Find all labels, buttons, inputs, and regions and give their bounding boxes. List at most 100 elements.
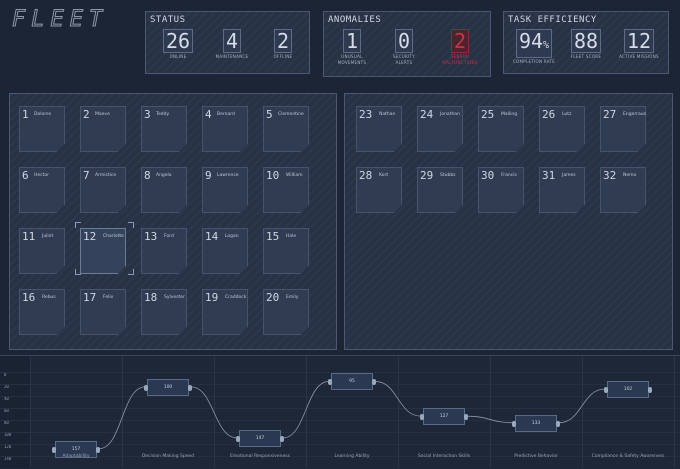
agent-name: William: [286, 173, 303, 178]
agent-card[interactable]: 17 Felix: [80, 289, 126, 335]
agent-card[interactable]: 14 Logan: [202, 228, 248, 274]
node-port-in[interactable]: [604, 387, 608, 394]
trait-connector: [466, 415, 514, 424]
node-port-out[interactable]: [464, 414, 468, 421]
agent-card[interactable]: 28 Kort: [356, 167, 402, 213]
node-port-in[interactable]: [328, 379, 332, 386]
agent-card[interactable]: 2 Maeve: [80, 106, 126, 152]
agent-card[interactable]: 13 Ford: [141, 228, 187, 274]
trait-node[interactable]: 102: [604, 381, 652, 399]
selection-corner: [75, 222, 81, 228]
completion-rate-suffix: %: [543, 40, 550, 51]
agent-card[interactable]: 15 Hale: [263, 228, 309, 274]
anomaly-unusual-label2: MOVEMENTS: [337, 60, 367, 65]
trait-node[interactable]: 133: [512, 414, 560, 432]
status-maintenance-value: 4: [222, 29, 242, 53]
node-port-in[interactable]: [512, 420, 516, 427]
trait-value: 95: [349, 379, 355, 385]
agent-number: 20: [266, 291, 280, 304]
agent-card[interactable]: 18 Sylvester: [141, 289, 187, 335]
agent-number: 26: [542, 108, 556, 121]
status-offline-label: OFFLINE: [273, 54, 293, 59]
agent-number: 23: [359, 108, 373, 121]
agent-card[interactable]: 20 Emily: [263, 289, 309, 335]
trait-label: Emotional Responsiveness: [230, 454, 290, 459]
node-port-out[interactable]: [648, 387, 652, 394]
node-port-out[interactable]: [556, 420, 560, 427]
agent-card[interactable]: 24 Jonathan: [417, 106, 463, 152]
node-port-in[interactable]: [144, 384, 148, 391]
agent-number: 8: [144, 169, 151, 182]
node-port-out[interactable]: [188, 384, 192, 391]
agent-card[interactable]: 5 Clementine: [263, 106, 309, 152]
node-port-in[interactable]: [52, 446, 56, 453]
agent-card[interactable]: 6 Hector: [19, 167, 65, 213]
agent-card[interactable]: 25 Malling: [478, 106, 524, 152]
agent-card[interactable]: 16 Rebus: [19, 289, 65, 335]
agent-name: Armistice: [95, 173, 117, 178]
completion-rate-label: COMPLETION RATE: [512, 59, 556, 64]
agent-name: Felix: [103, 295, 114, 300]
agent-card[interactable]: 7 Armistice: [80, 167, 126, 213]
agent-card[interactable]: 4 Bernard: [202, 106, 248, 152]
agent-card[interactable]: 26 Lutz: [539, 106, 585, 152]
trait-node[interactable]: 100: [144, 378, 192, 396]
trait-node[interactable]: 127: [420, 408, 468, 426]
efficiency-panel: TASK EFFICIENCY 94% COMPLETION RATE 88 F…: [503, 11, 669, 74]
active-missions-value: 12: [623, 29, 655, 53]
agent-name: Lawrence: [217, 173, 239, 178]
agent-number: 15: [266, 230, 280, 243]
fleet-score-value: 88: [570, 29, 602, 53]
node-port-in[interactable]: [236, 435, 240, 442]
agent-card[interactable]: 31 James: [539, 167, 585, 213]
agent-card[interactable]: 3 Teddy: [141, 106, 187, 152]
trait-node[interactable]: 147: [236, 429, 284, 447]
agent-name: Sylvester: [164, 295, 185, 300]
trait-node[interactable]: 95: [328, 373, 376, 391]
status-maintenance-label: MAINTENANCE: [215, 54, 249, 59]
efficiency-title: TASK EFFICIENCY: [508, 15, 597, 25]
agent-card[interactable]: 11 Juliet: [19, 228, 65, 274]
status-title: STATUS: [150, 15, 186, 25]
anomaly-sensor-label1: SENSOR: [450, 54, 470, 59]
agent-name: Juliet: [42, 234, 54, 239]
agent-card[interactable]: 12 Charlotte: [80, 228, 126, 274]
status-online: 26 ONLINE: [160, 29, 196, 59]
agent-card[interactable]: 29 Stubbs: [417, 167, 463, 213]
agent-card[interactable]: 27 Engerraund: [600, 106, 646, 152]
agents-panel-left: 1 Dolores 2 Maeve 3 Teddy 4 Bernard 5 Clementine 6…: [9, 93, 337, 350]
agent-card[interactable]: 8 Angela: [141, 167, 187, 213]
agent-number: 31: [542, 169, 556, 182]
agent-name: Francis: [501, 173, 517, 178]
agent-card[interactable]: 1 Dolores: [19, 106, 65, 152]
agent-card[interactable]: 32 Nemo: [600, 167, 646, 213]
agent-name: Nemo: [623, 173, 637, 178]
agent-card[interactable]: 30 Francis: [478, 167, 524, 213]
trait-label: Compliance & Safety Awareness: [591, 454, 665, 459]
agent-card[interactable]: 23 Nathan: [356, 106, 402, 152]
node-port-in[interactable]: [420, 414, 424, 421]
fleet-score-label: FLEET SCORE: [570, 54, 602, 59]
efficiency-fleet-score: 88 FLEET SCORE: [566, 29, 606, 59]
trait-label: Decision Making Speed: [141, 454, 195, 459]
agent-card[interactable]: 9 Lawrence: [202, 167, 248, 213]
agent-name: Charlotte: [103, 234, 124, 239]
node-port-out[interactable]: [280, 435, 284, 442]
agent-number: 32: [603, 169, 617, 182]
agent-name: Engerraund: [623, 112, 650, 117]
logo-text: FLEET: [12, 8, 108, 30]
agents-panel-right: 23 Nathan 24 Jonathan 25 Malling 26 Lutz 27 Enger…: [344, 93, 673, 350]
agent-name: Kort: [379, 173, 389, 178]
fleet-logo: FLEET: [12, 7, 132, 33]
agent-card[interactable]: 10 William: [263, 167, 309, 213]
selection-corner: [128, 269, 134, 275]
anomalies-panel: ANOMALIES 1 UNUSUAL MOVEMENTS 0 SECURITY…: [323, 11, 491, 77]
agent-number: 17: [83, 291, 97, 304]
agent-name: Emily: [286, 295, 299, 300]
trait-value: 133: [531, 420, 541, 426]
node-port-out[interactable]: [96, 446, 100, 453]
anomaly-unusual-movements: 1 UNUSUAL MOVEMENTS: [330, 29, 374, 65]
agent-number: 30: [481, 169, 495, 182]
agent-card[interactable]: 19 Craddock: [202, 289, 248, 335]
selection-corner: [75, 269, 81, 275]
